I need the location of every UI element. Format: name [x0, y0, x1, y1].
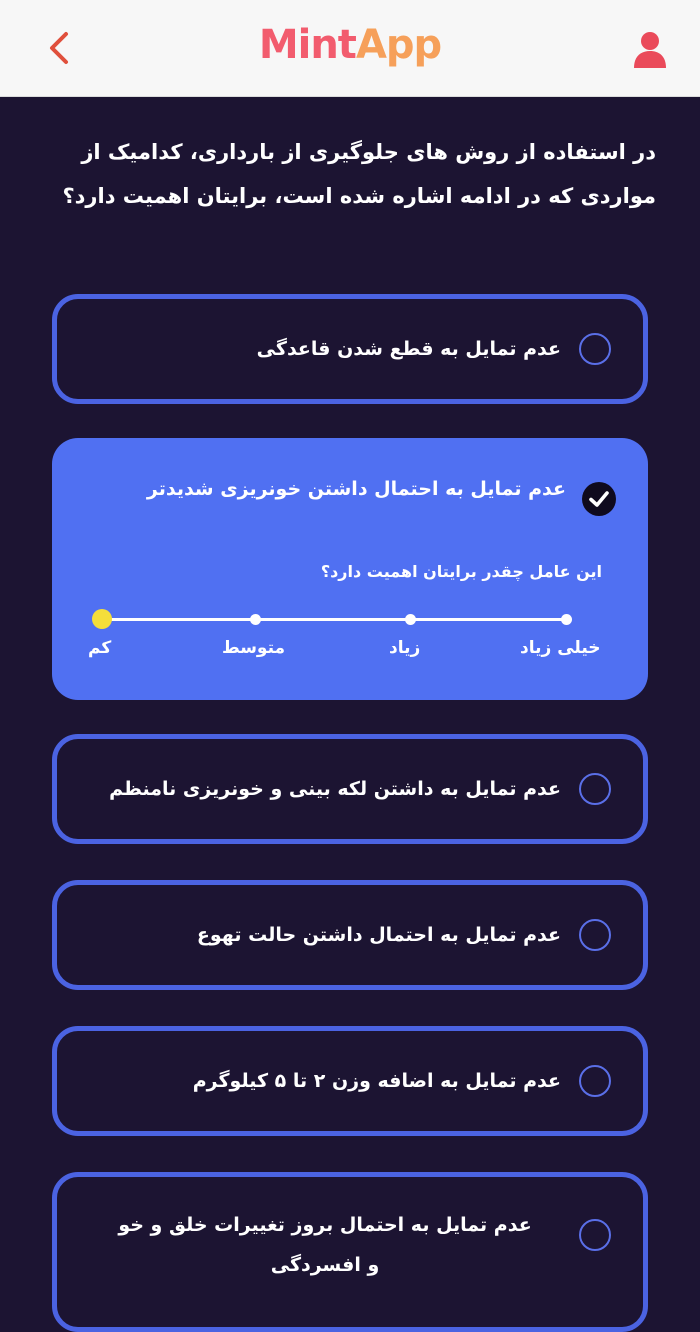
option-label: عدم تمایل به داشتن لکه بینی و خونریزی نا…: [109, 778, 561, 800]
profile-button[interactable]: [626, 26, 674, 74]
question-text: در استفاده از روش های جلوگیری از بارداری…: [62, 140, 656, 208]
logo-text-mint: Mint: [258, 22, 357, 68]
option-label: عدم تمایل به اضافه وزن ۲ تا ۵ کیلوگرم: [192, 1070, 561, 1092]
scale-label-low: کم: [88, 638, 112, 658]
radio-button[interactable]: [579, 773, 611, 805]
option-item[interactable]: عدم تمایل به احتمال داشتن حالت تهوع: [52, 880, 648, 990]
scale-label-high: زیاد: [389, 638, 421, 658]
app-logo: MintApp: [0, 22, 700, 68]
option-item[interactable]: عدم تمایل به احتمال بروز تغییرات خلق و خ…: [52, 1172, 648, 1332]
radio-button[interactable]: [579, 333, 611, 365]
option-label: عدم تمایل به احتمال داشتن حالت تهوع: [196, 924, 561, 946]
slider-stop-high[interactable]: [405, 614, 416, 625]
option-item[interactable]: عدم تمایل به اضافه وزن ۲ تا ۵ کیلوگرم: [52, 1026, 648, 1136]
slider-track: [102, 618, 566, 621]
option-item[interactable]: عدم تمایل به داشتن لکه بینی و خونریزی نا…: [52, 734, 648, 844]
scale-label-medium: متوسط: [222, 638, 286, 658]
radio-button[interactable]: [579, 919, 611, 951]
importance-slider[interactable]: خیلی زیاد زیاد متوسط کم: [52, 438, 648, 700]
scale-label-very-high: خیلی زیاد: [520, 638, 601, 658]
slider-stop-very-high[interactable]: [561, 614, 572, 625]
app-header: MintApp: [0, 0, 700, 97]
option-label: عدم تمایل به قطع شدن قاعدگی: [256, 338, 561, 360]
logo-text-app: App: [355, 22, 442, 68]
radio-button[interactable]: [579, 1065, 611, 1097]
user-icon: [634, 32, 666, 68]
option-label: عدم تمایل به احتمال بروز تغییرات خلق و خ…: [118, 1214, 532, 1276]
radio-button[interactable]: [579, 1219, 611, 1251]
option-item[interactable]: عدم تمایل به قطع شدن قاعدگی: [52, 294, 648, 404]
slider-handle[interactable]: [92, 609, 112, 629]
slider-stop-medium[interactable]: [250, 614, 261, 625]
option-item-selected[interactable]: عدم تمایل به احتمال داشتن خونریزی شدیدتر…: [52, 438, 648, 700]
